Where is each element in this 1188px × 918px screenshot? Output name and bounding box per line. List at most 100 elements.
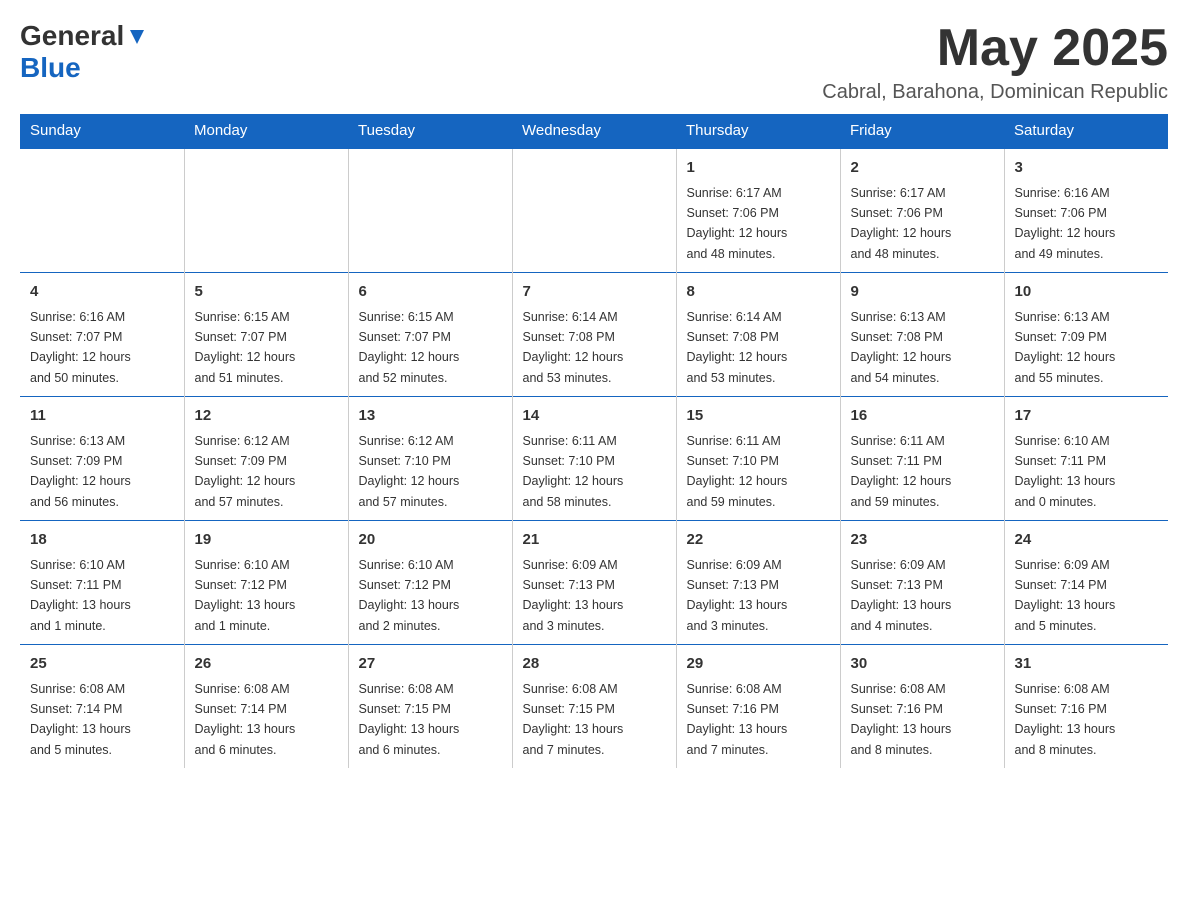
day-number: 4	[30, 281, 174, 304]
day-number: 6	[359, 281, 502, 304]
calendar-cell: 8 Sunrise: 6:14 AM Sunset: 7:08 PM Daylig…	[676, 273, 840, 397]
calendar-week-4: 18Sunrise: 6:10 AM Sunset: 7:11 PM Dayli…	[20, 521, 1168, 645]
calendar-body: 1Sunrise: 6:17 AM Sunset: 7:06 PM Daylig…	[20, 148, 1168, 768]
day-number: 2	[851, 157, 994, 180]
weekday-header-monday: Monday	[184, 114, 348, 148]
calendar-cell: 18Sunrise: 6:10 AM Sunset: 7:11 PM Dayli…	[20, 521, 184, 645]
day-info: Sunrise: 6:16 AM Sunset: 7:06 PM Dayligh…	[1015, 186, 1116, 261]
day-number: 27	[359, 653, 502, 676]
calendar-header: SundayMondayTuesdayWednesdayThursdayFrid…	[20, 114, 1168, 148]
weekday-header-friday: Friday	[840, 114, 1004, 148]
day-number: 14	[523, 405, 666, 428]
calendar-cell: 19Sunrise: 6:10 AM Sunset: 7:12 PM Dayli…	[184, 521, 348, 645]
day-info: Sunrise: 6:13 AM Sunset: 7:09 PM Dayligh…	[1015, 310, 1116, 385]
day-number: 13	[359, 405, 502, 428]
calendar-cell: 5 Sunrise: 6:15 AM Sunset: 7:07 PM Daylig…	[184, 273, 348, 397]
day-info: Sunrise: 6:16 AM Sunset: 7:07 PM Dayligh…	[30, 310, 131, 385]
calendar-cell: 1Sunrise: 6:17 AM Sunset: 7:06 PM Daylig…	[676, 148, 840, 273]
day-number: 7	[523, 281, 666, 304]
calendar-cell: 23 Sunrise: 6:09 AM Sunset: 7:13 PM Dayli…	[840, 521, 1004, 645]
logo: General Blue	[20, 20, 148, 84]
day-info: Sunrise: 6:09 AM Sunset: 7:13 PM Dayligh…	[523, 558, 624, 633]
day-info: Sunrise: 6:14 AM Sunset: 7:08 PM Dayligh…	[687, 310, 788, 385]
day-info: Sunrise: 6:17 AM Sunset: 7:06 PM Dayligh…	[687, 186, 788, 261]
day-info: Sunrise: 6:15 AM Sunset: 7:07 PM Dayligh…	[195, 310, 296, 385]
weekday-header-wednesday: Wednesday	[512, 114, 676, 148]
calendar-cell	[512, 148, 676, 273]
day-info: Sunrise: 6:10 AM Sunset: 7:12 PM Dayligh…	[359, 558, 460, 633]
day-info: Sunrise: 6:15 AM Sunset: 7:07 PM Dayligh…	[359, 310, 460, 385]
calendar-cell: 9 Sunrise: 6:13 AM Sunset: 7:08 PM Daylig…	[840, 273, 1004, 397]
day-number: 22	[687, 529, 830, 552]
calendar-week-5: 25 Sunrise: 6:08 AM Sunset: 7:14 PM Dayli…	[20, 645, 1168, 769]
day-info: Sunrise: 6:08 AM Sunset: 7:16 PM Dayligh…	[1015, 682, 1116, 757]
day-number: 23	[851, 529, 994, 552]
calendar-cell: 4 Sunrise: 6:16 AM Sunset: 7:07 PM Daylig…	[20, 273, 184, 397]
calendar-cell: 13 Sunrise: 6:12 AM Sunset: 7:10 PM Dayli…	[348, 397, 512, 521]
page-header: General Blue May 2025 Cabral, Barahona, …	[20, 20, 1168, 104]
calendar-cell: 15 Sunrise: 6:11 AM Sunset: 7:10 PM Dayli…	[676, 397, 840, 521]
calendar-cell: 21Sunrise: 6:09 AM Sunset: 7:13 PM Dayli…	[512, 521, 676, 645]
day-info: Sunrise: 6:09 AM Sunset: 7:14 PM Dayligh…	[1015, 558, 1116, 633]
location-subtitle: Cabral, Barahona, Dominican Republic	[822, 81, 1168, 104]
weekday-header-thursday: Thursday	[676, 114, 840, 148]
day-number: 16	[851, 405, 994, 428]
month-title: May 2025	[822, 20, 1168, 77]
calendar-cell: 6 Sunrise: 6:15 AM Sunset: 7:07 PM Daylig…	[348, 273, 512, 397]
day-number: 15	[687, 405, 830, 428]
calendar-cell: 27Sunrise: 6:08 AM Sunset: 7:15 PM Dayli…	[348, 645, 512, 769]
day-info: Sunrise: 6:08 AM Sunset: 7:14 PM Dayligh…	[195, 682, 296, 757]
day-number: 31	[1015, 653, 1159, 676]
calendar-cell: 26Sunrise: 6:08 AM Sunset: 7:14 PM Dayli…	[184, 645, 348, 769]
day-number: 25	[30, 653, 174, 676]
calendar-cell	[348, 148, 512, 273]
calendar-cell: 12Sunrise: 6:12 AM Sunset: 7:09 PM Dayli…	[184, 397, 348, 521]
day-number: 5	[195, 281, 338, 304]
calendar-week-1: 1Sunrise: 6:17 AM Sunset: 7:06 PM Daylig…	[20, 148, 1168, 273]
day-number: 11	[30, 405, 174, 428]
title-area: May 2025 Cabral, Barahona, Dominican Rep…	[822, 20, 1168, 104]
weekday-header-tuesday: Tuesday	[348, 114, 512, 148]
day-info: Sunrise: 6:11 AM Sunset: 7:10 PM Dayligh…	[523, 434, 624, 509]
calendar-cell: 31 Sunrise: 6:08 AM Sunset: 7:16 PM Dayli…	[1004, 645, 1168, 769]
day-info: Sunrise: 6:08 AM Sunset: 7:16 PM Dayligh…	[687, 682, 788, 757]
day-info: Sunrise: 6:09 AM Sunset: 7:13 PM Dayligh…	[687, 558, 788, 633]
logo-triangle-icon	[126, 26, 148, 48]
day-info: Sunrise: 6:13 AM Sunset: 7:09 PM Dayligh…	[30, 434, 131, 509]
calendar-cell: 24 Sunrise: 6:09 AM Sunset: 7:14 PM Dayli…	[1004, 521, 1168, 645]
calendar-cell: 11 Sunrise: 6:13 AM Sunset: 7:09 PM Dayli…	[20, 397, 184, 521]
calendar-cell: 30 Sunrise: 6:08 AM Sunset: 7:16 PM Dayli…	[840, 645, 1004, 769]
day-number: 8	[687, 281, 830, 304]
weekday-header-saturday: Saturday	[1004, 114, 1168, 148]
calendar-cell: 3 Sunrise: 6:16 AM Sunset: 7:06 PM Daylig…	[1004, 148, 1168, 273]
day-number: 28	[523, 653, 666, 676]
day-info: Sunrise: 6:09 AM Sunset: 7:13 PM Dayligh…	[851, 558, 952, 633]
day-number: 9	[851, 281, 994, 304]
day-info: Sunrise: 6:08 AM Sunset: 7:16 PM Dayligh…	[851, 682, 952, 757]
day-number: 24	[1015, 529, 1159, 552]
day-number: 3	[1015, 157, 1159, 180]
calendar-cell: 10 Sunrise: 6:13 AM Sunset: 7:09 PM Dayli…	[1004, 273, 1168, 397]
calendar-cell: 25 Sunrise: 6:08 AM Sunset: 7:14 PM Dayli…	[20, 645, 184, 769]
day-number: 10	[1015, 281, 1159, 304]
day-info: Sunrise: 6:11 AM Sunset: 7:10 PM Dayligh…	[687, 434, 788, 509]
day-info: Sunrise: 6:12 AM Sunset: 7:09 PM Dayligh…	[195, 434, 296, 509]
day-info: Sunrise: 6:08 AM Sunset: 7:15 PM Dayligh…	[523, 682, 624, 757]
day-info: Sunrise: 6:13 AM Sunset: 7:08 PM Dayligh…	[851, 310, 952, 385]
day-number: 29	[687, 653, 830, 676]
day-info: Sunrise: 6:17 AM Sunset: 7:06 PM Dayligh…	[851, 186, 952, 261]
day-number: 30	[851, 653, 994, 676]
day-info: Sunrise: 6:08 AM Sunset: 7:14 PM Dayligh…	[30, 682, 131, 757]
calendar-table: SundayMondayTuesdayWednesdayThursdayFrid…	[20, 114, 1168, 768]
day-info: Sunrise: 6:10 AM Sunset: 7:11 PM Dayligh…	[30, 558, 131, 633]
calendar-cell: 28 Sunrise: 6:08 AM Sunset: 7:15 PM Dayli…	[512, 645, 676, 769]
calendar-cell: 17Sunrise: 6:10 AM Sunset: 7:11 PM Dayli…	[1004, 397, 1168, 521]
day-info: Sunrise: 6:12 AM Sunset: 7:10 PM Dayligh…	[359, 434, 460, 509]
calendar-cell	[184, 148, 348, 273]
day-info: Sunrise: 6:10 AM Sunset: 7:12 PM Dayligh…	[195, 558, 296, 633]
day-info: Sunrise: 6:14 AM Sunset: 7:08 PM Dayligh…	[523, 310, 624, 385]
day-number: 17	[1015, 405, 1159, 428]
calendar-cell: 29 Sunrise: 6:08 AM Sunset: 7:16 PM Dayli…	[676, 645, 840, 769]
logo-blue-text: Blue	[20, 52, 81, 83]
calendar-cell: 2 Sunrise: 6:17 AM Sunset: 7:06 PM Daylig…	[840, 148, 1004, 273]
